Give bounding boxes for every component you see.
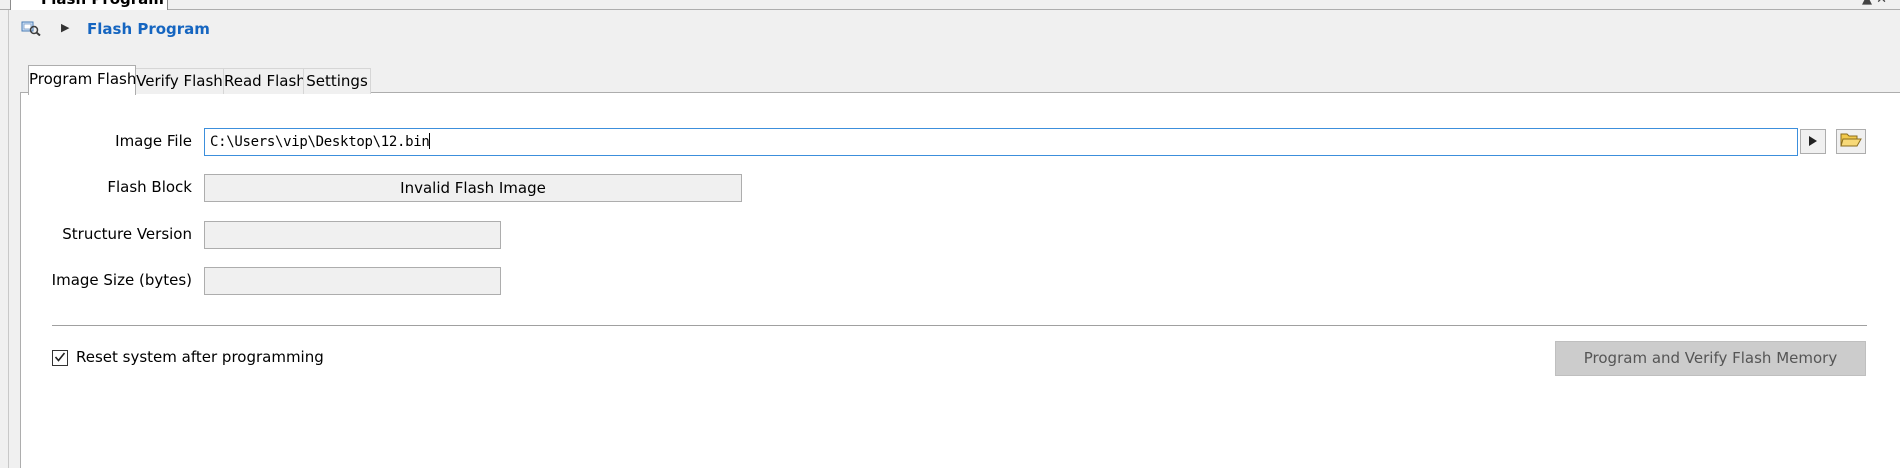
- expand-arrow-icon[interactable]: ▶: [61, 21, 69, 35]
- reset-system-label[interactable]: Reset system after programming: [76, 347, 324, 367]
- left-border: [8, 10, 9, 468]
- tab-label: Settings: [306, 72, 368, 90]
- tab-label: Read Flash: [224, 72, 306, 90]
- separator: [52, 325, 1867, 326]
- image-size-label: Image Size (bytes): [51, 271, 192, 289]
- flash-program-icon: [21, 20, 41, 37]
- image-file-value: C:\Users\vip\Desktop\12.bin: [210, 134, 430, 150]
- tab-read-flash[interactable]: Read Flash: [223, 68, 306, 94]
- structure-version-label: Structure Version: [62, 225, 192, 243]
- browse-file-button[interactable]: [1836, 129, 1866, 154]
- tab-verify-flash[interactable]: Verify Flash: [134, 68, 225, 94]
- flash-block-label: Flash Block: [107, 178, 192, 196]
- tab-label: Verify Flash: [136, 72, 223, 90]
- structure-version-field: [204, 221, 501, 249]
- tab-label: Program Flash: [29, 70, 137, 88]
- image-size-field: [204, 267, 501, 295]
- tab-program-flash[interactable]: Program Flash: [28, 65, 136, 95]
- image-file-label: Image File: [115, 132, 192, 150]
- tab-settings[interactable]: Settings: [303, 68, 371, 94]
- checkmark-icon: [54, 349, 66, 367]
- image-file-go-button[interactable]: [1800, 129, 1826, 154]
- editor-tab-label: Flash Program: [41, 0, 164, 8]
- editor-tab-strip: [0, 0, 1900, 10]
- program-verify-button[interactable]: Program and Verify Flash Memory: [1555, 341, 1866, 376]
- page-title[interactable]: Flash Program: [87, 19, 210, 39]
- editor-tab-flash-program[interactable]: Flash Program: [10, 0, 168, 10]
- text-caret: [429, 133, 431, 149]
- reset-system-checkbox[interactable]: [52, 350, 68, 366]
- play-arrow-icon: [1808, 133, 1818, 151]
- window-controls[interactable]: ▲ ✕: [1862, 0, 1887, 6]
- image-file-input[interactable]: C:\Users\vip\Desktop\12.bin: [204, 128, 1798, 156]
- flash-block-field[interactable]: Invalid Flash Image: [204, 174, 742, 202]
- open-folder-icon: [1840, 131, 1862, 152]
